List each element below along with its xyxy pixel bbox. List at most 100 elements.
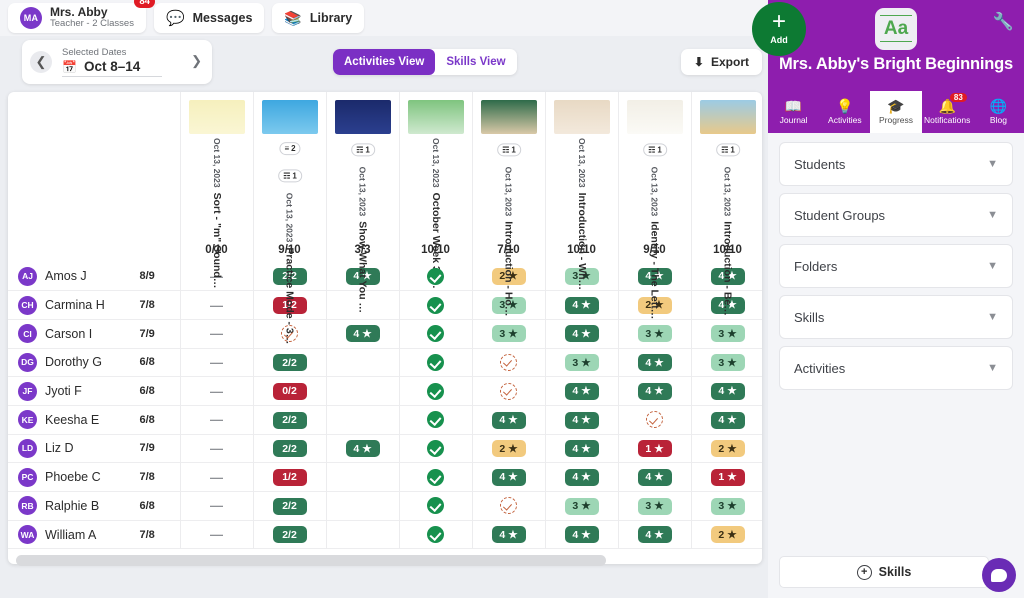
star-rating-chip[interactable]: 4 ★ [564,325,599,343]
activity-cell[interactable]: 3 ★ [691,348,762,377]
star-rating-chip[interactable]: 3 ★ [710,497,745,515]
activity-cell[interactable] [326,462,400,492]
score-chip[interactable]: 1/2 [272,468,307,486]
add-skills-button[interactable]: + Skills [779,556,989,588]
activity-cell[interactable] [399,376,473,406]
activity-cell[interactable]: — [180,520,254,549]
activity-cell[interactable]: 4 ★ [618,348,692,377]
activity-cell[interactable]: 3 ★ [618,319,692,349]
star-rating-chip[interactable]: 4 ★ [710,411,745,429]
date-range-value[interactable]: 📅 Oct 8–14 [62,59,162,77]
activity-cell[interactable] [326,376,400,406]
export-button[interactable]: ⬇ Export [680,49,762,75]
star-rating-chip[interactable]: 4 ★ [710,382,745,400]
star-rating-chip[interactable]: 4 ★ [491,526,526,544]
settings-wrench-icon[interactable]: 🔧 [993,12,1014,32]
activity-column-header[interactable]: Oct 13, 2023 October Week 3 - O… 10/10 [399,92,473,291]
activity-cell[interactable] [326,405,400,435]
activity-cell[interactable] [399,434,473,463]
star-rating-chip[interactable]: 4 ★ [345,440,380,458]
activity-column-header[interactable]: ☶ 1 Oct 13, 2023 Introduction - How … 7/1… [472,92,546,319]
star-rating-chip[interactable]: 4 ★ [345,325,380,343]
star-rating-chip[interactable]: 4 ★ [491,468,526,486]
star-rating-chip[interactable]: 1 ★ [710,468,745,486]
activity-cell[interactable]: 2/2 [253,348,327,377]
activity-cell[interactable]: 2/2 [253,520,327,549]
activity-cell[interactable]: 4 ★ [691,405,762,435]
tab-skills-view[interactable]: Skills View [435,49,516,75]
activity-cell[interactable]: 4 ★ [618,520,692,549]
accordion-skills[interactable]: Skills ▼ [779,295,1013,339]
activity-column-header[interactable]: Oct 13, 2023 Sort - "m" Sound-S… 0/10 [180,92,254,291]
activity-cell[interactable]: 1 ★ [618,434,692,463]
activity-column-header[interactable]: ☶ 1 Oct 13, 2023 Introduction - Bean… 10/… [691,92,762,319]
completed-check-icon[interactable] [427,526,444,544]
activity-cell[interactable] [399,462,473,492]
activity-cell[interactable]: — [180,491,254,521]
activity-cell[interactable]: 4 ★ [545,376,619,406]
activity-cell[interactable] [618,405,692,435]
star-rating-chip[interactable]: 2 ★ [491,440,526,458]
table-row[interactable]: RB Ralphie B 6/8 — 2/2 3 ★ 3 ★ 3 ★ [8,491,762,521]
activity-cell[interactable]: 3 ★ [545,491,619,521]
star-rating-chip[interactable]: 4 ★ [564,296,599,314]
accordion-students[interactable]: Students ▼ [779,142,1013,186]
horizontal-scrollbar[interactable] [8,555,762,566]
activity-cell[interactable]: 4 ★ [472,462,546,492]
star-rating-chip[interactable]: 4 ★ [491,411,526,429]
activity-cell[interactable] [399,405,473,435]
accordion-folders[interactable]: Folders ▼ [779,244,1013,288]
activity-cell[interactable]: 3 ★ [545,348,619,377]
student-cell[interactable]: JF Jyoti F 6/8 [8,376,181,406]
table-row[interactable]: CI Carson I 7/9 — 4 ★ 3 ★ 4 ★ 3 ★ 3 ★ [8,319,762,349]
activity-cell[interactable]: — [180,319,254,349]
completed-check-icon[interactable] [427,267,444,285]
student-cell[interactable]: KE Keesha E 6/8 [8,405,181,435]
activity-cell[interactable]: 4 ★ [472,520,546,549]
score-chip[interactable]: 2/2 [272,354,307,372]
student-cell[interactable]: CI Carson I 7/9 [8,319,181,349]
activity-cell[interactable]: — [180,376,254,406]
activity-cell[interactable]: — [180,462,254,492]
activity-cell[interactable]: 4 ★ [691,376,762,406]
activity-column-header[interactable]: ☶ 1 Oct 13, 2023 Show What You Kn… 3/3 [326,92,400,319]
activity-cell[interactable]: 2 ★ [691,520,762,549]
table-row[interactable]: KE Keesha E 6/8 — 2/2 4 ★ 4 ★ 4 ★ [8,405,762,435]
star-rating-chip[interactable]: 4 ★ [637,354,672,372]
activity-column-header[interactable]: Oct 13, 2023 Introduction - What… 10/10 [545,92,619,291]
activity-column-header[interactable]: ≡ 2 ☶ 1 Oct 13, 2023 Practice Mode - 3-D… 9… [253,92,327,345]
activity-cell[interactable] [326,491,400,521]
completed-check-icon[interactable] [427,440,444,457]
activity-cell[interactable] [326,520,400,549]
star-rating-chip[interactable]: 2 ★ [710,526,745,544]
star-rating-chip[interactable]: 4 ★ [637,526,672,544]
accordion-activities[interactable]: Activities ▼ [779,346,1013,390]
star-rating-chip[interactable]: 4 ★ [637,468,672,486]
star-rating-chip[interactable]: 3 ★ [564,497,599,515]
prev-date-button[interactable]: ❮ [30,51,52,73]
activity-cell[interactable]: 4 ★ [326,319,400,349]
activity-cell[interactable]: 3 ★ [691,319,762,349]
star-rating-chip[interactable]: 4 ★ [564,411,599,429]
star-rating-chip[interactable]: 3 ★ [564,354,599,372]
star-rating-chip[interactable]: 3 ★ [637,325,672,343]
student-cell[interactable]: DG Dorothy G 6/8 [8,348,181,377]
activity-cell[interactable]: 4 ★ [618,462,692,492]
pending-check-icon[interactable] [500,497,517,515]
completed-check-icon[interactable] [427,296,444,314]
add-button[interactable]: + Add [752,2,806,56]
score-chip[interactable]: 0/2 [272,382,307,400]
activity-cell[interactable]: 2 ★ [691,434,762,463]
student-cell[interactable]: LD Liz D 7/9 [8,434,181,463]
activity-cell[interactable]: 3 ★ [618,491,692,521]
date-range-selector[interactable]: ❮ Selected Dates 📅 Oct 8–14 ❯ [22,40,212,84]
activity-cell[interactable]: 4 ★ [618,376,692,406]
activity-cell[interactable]: — [180,348,254,377]
activity-cell[interactable] [399,319,473,349]
student-cell[interactable]: WA William A 7/8 [8,520,181,549]
table-row[interactable]: LD Liz D 7/9 — 2/2 4 ★ 2 ★ 4 ★ 1 ★ 2 ★ [8,434,762,463]
table-row[interactable]: JF Jyoti F 6/8 — 0/2 4 ★ 4 ★ 4 ★ [8,376,762,406]
table-row[interactable]: PC Phoebe C 7/8 — 1/2 4 ★ 4 ★ 4 ★ 1 ★ [8,462,762,492]
star-rating-chip[interactable]: 4 ★ [564,440,599,458]
star-rating-chip[interactable]: 4 ★ [564,526,599,544]
